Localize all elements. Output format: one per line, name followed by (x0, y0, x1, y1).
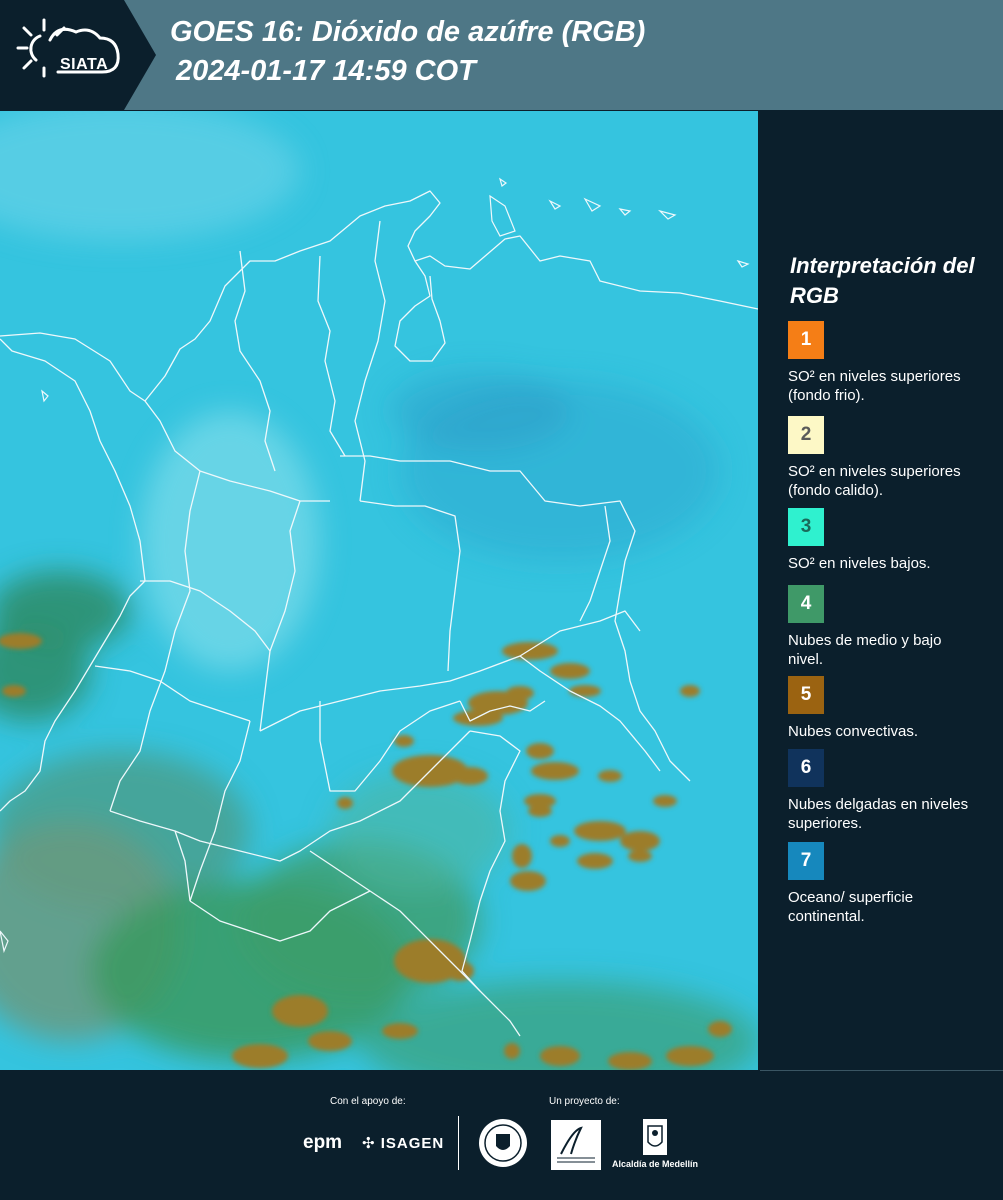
epm-logo: epm (303, 1132, 343, 1153)
satellite-map[interactable] (0, 111, 758, 1070)
footer-separator (458, 1116, 459, 1170)
legend-label: Oceano/ superficie continental. (788, 889, 914, 925)
legend-label: SO² en niveles superiores (fondo frio). (788, 368, 961, 404)
legend-swatch: 2 (788, 416, 824, 454)
legend-item-1: 1 SO² en niveles superiores (fondo frio)… (788, 321, 998, 405)
legend-item-7: 7 Oceano/ superficie continental. (788, 842, 998, 926)
isagen-logo-text: ISAGEN (380, 1135, 445, 1152)
footer-divider (760, 1070, 1003, 1071)
legend-panel: Interpretación del RGB 1 SO² en niveles … (770, 111, 1003, 1070)
legend-item-4: 4 Nubes de medio y bajo nivel. (788, 585, 998, 669)
legend-item-5: 5 Nubes convectivas. (788, 676, 998, 741)
legend-item-2: 2 SO² en niveles superiores (fondo calid… (788, 416, 998, 500)
legend-label: Nubes de medio y bajo nivel. (788, 632, 942, 668)
legend-label: SO² en niveles superiores (fondo calido)… (788, 463, 961, 499)
legend-swatch: 3 (788, 508, 824, 546)
logo-text: SIATA (60, 56, 109, 73)
alcaldia-label: Alcaldía de Medellín (612, 1159, 699, 1169)
area-metropolitana-logo (551, 1120, 601, 1170)
alcaldia-shield-icon (643, 1119, 667, 1155)
legend-item-6: 6 Nubes delgadas en niveles superiores. (788, 749, 998, 833)
legend-swatch: 4 (788, 585, 824, 623)
medellin-seal-icon (479, 1119, 527, 1167)
legend-swatch: 1 (788, 321, 824, 359)
legend-label: Nubes delgadas en niveles superiores. (788, 796, 969, 832)
legend-swatch: 6 (788, 749, 824, 787)
legend-title: Interpretación del RGB (790, 253, 975, 308)
page-timestamp: 2024-01-17 14:59 COT (176, 55, 476, 87)
legend-label: Nubes convectivas. (788, 723, 919, 740)
satellite-image (0, 111, 758, 1070)
header: SIATA GOES 16: Dióxido de azúfre (RGB) 2… (0, 0, 1003, 110)
legend-label: SO² en niveles bajos. (788, 555, 931, 572)
legend-swatch: 5 (788, 676, 824, 714)
isagen-logo: ✣ ISAGEN (362, 1135, 445, 1152)
page-title: GOES 16: Dióxido de azúfre (RGB) (170, 16, 646, 48)
project-label: Un proyecto de: (549, 1096, 620, 1107)
support-label: Con el apoyo de: (330, 1096, 406, 1107)
legend-item-3: 3 SO² en niveles bajos. (788, 508, 998, 573)
area-logo-icon (557, 1126, 595, 1163)
footer: Con el apoyo de: Un proyecto de: epm ✣ I… (0, 1070, 1003, 1200)
legend-swatch: 7 (788, 842, 824, 880)
siata-logo: SIATA (14, 14, 126, 94)
sun-cloud-icon (16, 18, 120, 78)
